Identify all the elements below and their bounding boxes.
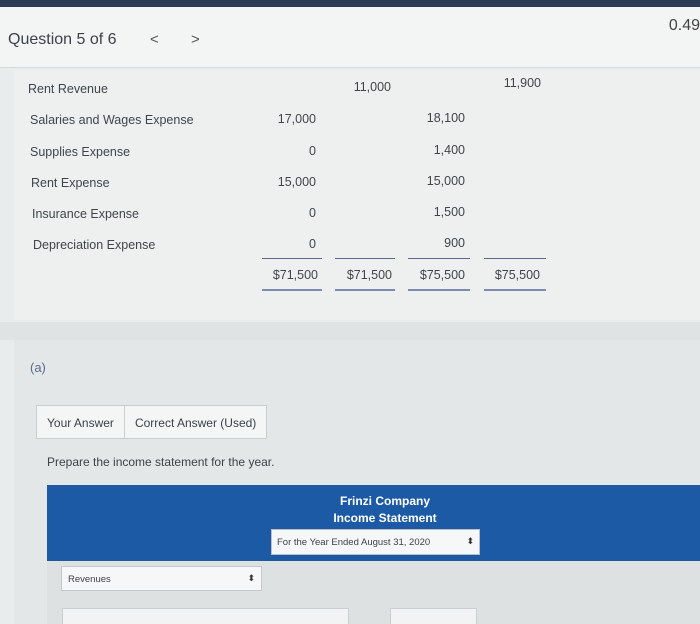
period-select[interactable]: For the Year Ended August 31, 2020 ⬍: [271, 529, 480, 555]
question-header: Question 5 of 6 < > 0.49: [0, 0, 700, 68]
tab-correct-answer[interactable]: Correct Answer (Used): [125, 406, 266, 438]
row-label-salaries-expense: Salaries and Wages Expense: [30, 113, 194, 127]
question-title: Question 5 of 6: [8, 31, 117, 48]
tab-your-answer[interactable]: Your Answer: [37, 406, 125, 438]
cell-supplies-col3: 1,400: [433, 143, 465, 157]
cell-depreciation-col1: 0: [309, 237, 316, 251]
total-rule-col2: [335, 258, 395, 259]
revenues-select-value: Revenues: [68, 574, 111, 585]
select-arrows-icon: ⬍: [247, 573, 255, 583]
row-label-rent-revenue: Rent Revenue: [28, 82, 108, 96]
section-divider: [0, 322, 700, 340]
instruction-text: Prepare the income statement for the yea…: [47, 455, 275, 469]
row-label-rent-expense: Rent Expense: [31, 176, 110, 190]
cell-rent-expense-col3: 15,000: [426, 174, 465, 188]
cell-rent-revenue-col2: 11,000: [353, 80, 391, 94]
total-rule-col4: [484, 258, 546, 259]
period-select-value: For the Year Ended August 31, 2020: [277, 537, 431, 548]
total-col4: $75,500: [494, 268, 540, 282]
double-rule-col1: [262, 289, 322, 291]
cell-rent-revenue-col4: 11,900: [503, 76, 541, 90]
company-name: Frinzi Company: [339, 494, 430, 508]
cell-salaries-col3: 18,100: [426, 111, 465, 125]
previous-question-chevron-icon[interactable]: <: [150, 31, 159, 48]
select-arrows-icon: ⬍: [466, 536, 474, 546]
cell-depreciation-col3: 900: [444, 236, 465, 250]
total-col1: $71,500: [272, 268, 318, 282]
double-rule-col3: [408, 289, 470, 291]
row-label-depreciation-expense: Depreciation Expense: [33, 238, 156, 252]
answer-tabs: Your Answer Correct Answer (Used): [36, 405, 268, 439]
next-question-chevron-icon[interactable]: >: [191, 31, 200, 48]
cell-supplies-col1: 0: [309, 144, 316, 158]
top-accent-bar: [0, 0, 700, 7]
trial-balance-panel: [14, 70, 700, 320]
total-col3: $75,500: [419, 268, 465, 282]
cell-rent-expense-col1: 15,000: [277, 175, 316, 189]
cell-insurance-col3: 1,500: [433, 205, 465, 219]
total-col2: $71,500: [346, 268, 392, 282]
row-label-supplies-expense: Supplies Expense: [30, 145, 131, 159]
total-rule-col3: [408, 258, 470, 259]
part-label: (a): [30, 360, 46, 375]
cell-insurance-col1: 0: [309, 206, 316, 220]
income-statement-header: Frinzi Company Income Statement For the …: [47, 485, 700, 561]
double-rule-col4: [484, 289, 546, 291]
row-label-insurance-expense: Insurance Expense: [32, 207, 140, 221]
double-rule-col2: [335, 289, 395, 291]
amount-input-partial[interactable]: [390, 608, 477, 624]
revenues-select[interactable]: Revenues ⬍: [61, 566, 262, 591]
total-rule-col1: [262, 258, 322, 259]
cell-salaries-col1: 17,000: [277, 112, 316, 126]
account-input-partial[interactable]: [62, 608, 349, 624]
statement-title: Income Statement: [333, 511, 437, 525]
score-value: 0.49: [668, 17, 700, 34]
